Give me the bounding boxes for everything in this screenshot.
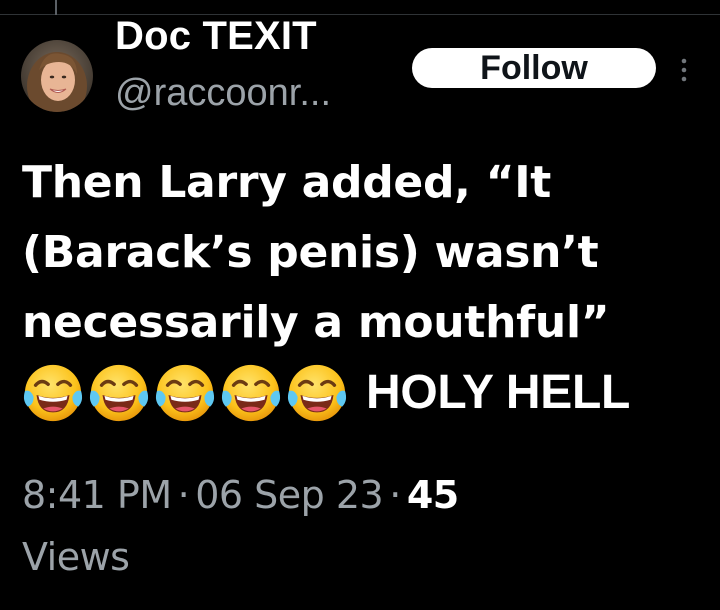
display-name[interactable]: Doc TEXIT bbox=[115, 14, 317, 59]
face-with-tears-of-joy-icon bbox=[287, 364, 347, 422]
views-label: Views bbox=[22, 535, 130, 579]
follow-button[interactable]: Follow bbox=[412, 48, 656, 88]
tweet-text-line: (Barack’s penis) wasn’t bbox=[22, 227, 599, 278]
tweet-date[interactable]: 06 Sep 23 bbox=[195, 473, 384, 517]
tweet-body: Then Larry added, “It (Barack’s penis) w… bbox=[22, 148, 712, 428]
tweet-meta: 8:41 PM · 06 Sep 23 · 45 Views bbox=[22, 464, 712, 588]
tweet-text-line: Then Larry added, “It bbox=[22, 157, 552, 208]
top-divider bbox=[0, 14, 720, 15]
user-handle[interactable]: @raccoonr... bbox=[115, 72, 331, 115]
avatar[interactable] bbox=[21, 40, 93, 112]
avatar-photo bbox=[21, 40, 93, 112]
tweet-time[interactable]: 8:41 PM bbox=[22, 473, 172, 517]
tweet-text-line: necessarily a mouthful” bbox=[22, 297, 610, 348]
meta-separator: · bbox=[177, 473, 190, 517]
thread-connector bbox=[55, 0, 57, 15]
meta-separator: · bbox=[389, 473, 401, 517]
emoji-line: HOLY HELL bbox=[22, 358, 712, 428]
views-count: 45 bbox=[406, 473, 459, 517]
emoji-group bbox=[22, 362, 352, 424]
face-with-tears-of-joy-icon bbox=[221, 364, 281, 422]
tweet-trailing-text: HOLY HELL bbox=[366, 366, 631, 419]
face-with-tears-of-joy-icon bbox=[89, 364, 149, 422]
more-vertical-icon[interactable] bbox=[676, 56, 692, 84]
face-with-tears-of-joy-icon bbox=[155, 364, 215, 422]
face-with-tears-of-joy-icon bbox=[23, 364, 83, 422]
